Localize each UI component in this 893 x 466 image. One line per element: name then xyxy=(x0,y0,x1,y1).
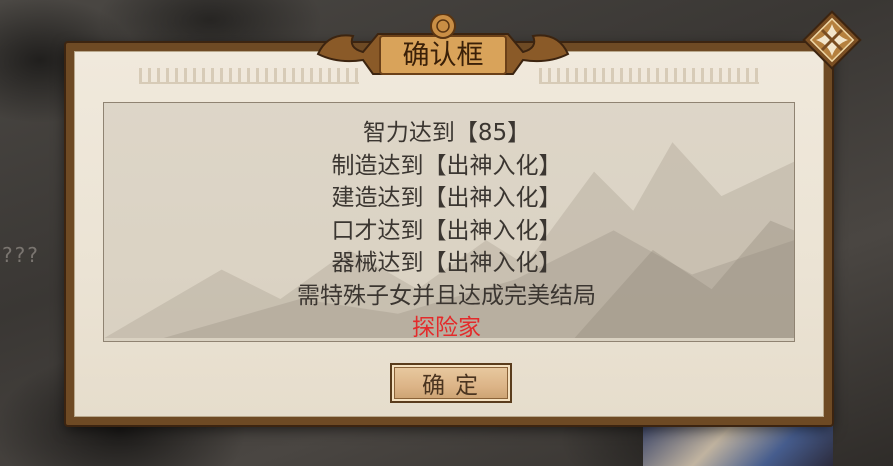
background-character-art xyxy=(643,421,833,466)
requirements-list: 智力达到【85】 制造达到【出神入化】 建造达到【出神入化】 口才达到【出神入化… xyxy=(0,117,893,345)
close-icon[interactable] xyxy=(800,8,864,72)
confirm-button[interactable]: 确定 xyxy=(390,363,512,403)
requirement-line: 制造达到【出神入化】 xyxy=(331,152,562,179)
requirement-line: 智力达到【85】 xyxy=(362,120,531,146)
requirement-line: 需特殊子女并且达成完美结局 xyxy=(297,282,596,309)
confirm-button-label: 确定 xyxy=(422,373,488,399)
dialog-title: 确认框 xyxy=(403,40,484,71)
achievement-name: 探险家 xyxy=(412,315,481,341)
requirement-line: 建造达到【出神入化】 xyxy=(331,185,562,211)
requirement-line: 器械达到【出神入化】 xyxy=(331,250,562,276)
title-plate: 确认框 xyxy=(316,14,570,75)
requirement-line: 口才达到【出神入化】 xyxy=(331,217,562,244)
